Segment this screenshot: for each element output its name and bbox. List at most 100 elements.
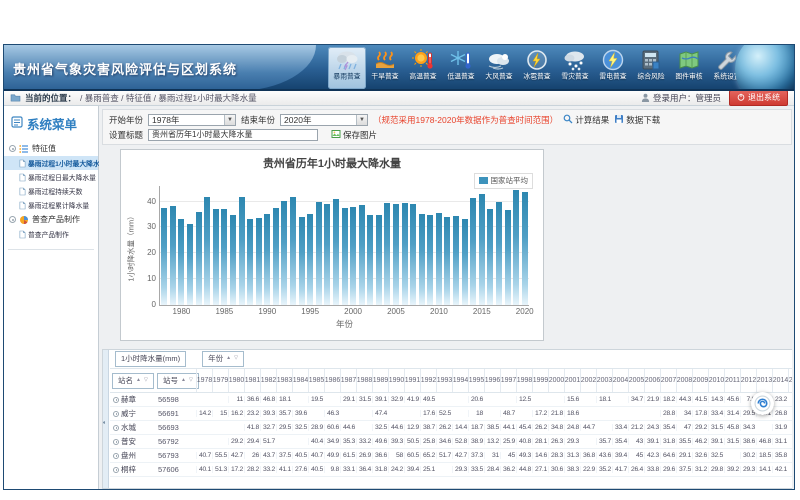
station-name-cell[interactable]: 威宁 (110, 408, 156, 419)
station-expand-icon[interactable] (113, 453, 119, 459)
calc-result-button[interactable]: 计算结果 (563, 114, 609, 126)
nav-item-risk[interactable]: 综合风险 (632, 47, 670, 89)
nav-item-hail[interactable]: 冰雹普查 (518, 47, 556, 89)
year-column-header[interactable]: 2000 (548, 369, 564, 392)
sidebar-group[interactable]: 普查产品制作 (4, 212, 98, 227)
year-column-header[interactable]: 1999 (532, 369, 548, 392)
station-expand-icon[interactable] (113, 411, 119, 417)
year-column-header[interactable]: 1986 (324, 369, 340, 392)
sidebar-group[interactable]: 特征值 (4, 141, 98, 156)
bar[interactable] (496, 202, 502, 305)
bar[interactable] (410, 204, 416, 305)
sidebar-item[interactable]: 暴雨过程累计降水量 (4, 198, 98, 212)
year-column-header[interactable]: 1979 (212, 369, 228, 392)
year-column-header[interactable]: 2002 (580, 369, 596, 392)
nav-item-rain[interactable]: 暴雨普查 (328, 47, 366, 89)
sidebar-item[interactable]: 暴雨过程1小时最大降水量 (4, 156, 98, 170)
year-column-header[interactable]: 2008 (676, 369, 692, 392)
bar[interactable] (324, 204, 330, 305)
nav-item-lightning[interactable]: 雷电普查 (594, 47, 632, 89)
bar[interactable] (178, 219, 184, 305)
station-name-sort-pill[interactable]: 站名 ▲ ▽ (112, 373, 154, 389)
year-column-header[interactable]: 1998 (516, 369, 532, 392)
bar[interactable] (256, 218, 262, 305)
bar[interactable] (213, 209, 219, 305)
bar[interactable] (196, 212, 202, 305)
bar[interactable] (402, 203, 408, 305)
year-column-header[interactable]: 1985 (308, 369, 324, 392)
year-column-header[interactable]: 2015 (788, 369, 792, 392)
year-column-header[interactable]: 2007 (660, 369, 676, 392)
year-column-header[interactable]: 1993 (436, 369, 452, 392)
nav-item-drought[interactable]: 干旱普查 (366, 47, 404, 89)
chart-title-input[interactable]: 贵州省历年1小时最大降水量 (148, 129, 318, 141)
nav-item-heat[interactable]: 高温普查 (404, 47, 442, 89)
bar[interactable] (436, 213, 442, 305)
bar[interactable] (350, 207, 356, 305)
year-column-header[interactable]: 2012 (740, 369, 756, 392)
bar[interactable] (522, 192, 528, 305)
year-column-header[interactable]: 1984 (292, 369, 308, 392)
sort-desc-icon[interactable]: ▽ (189, 378, 193, 383)
year-column-header[interactable]: 1995 (468, 369, 484, 392)
station-expand-icon[interactable] (113, 439, 119, 445)
year-column-header[interactable]: 1988 (356, 369, 372, 392)
end-year-select[interactable]: 2020年 ▼ (280, 114, 368, 126)
year-column-header[interactable]: 1978 (196, 369, 212, 392)
nav-item-map[interactable]: 图件审核 (670, 47, 708, 89)
nav-item-snow[interactable]: 雪灾普查 (556, 47, 594, 89)
year-column-header[interactable]: 1990 (388, 369, 404, 392)
bar[interactable] (393, 204, 399, 305)
bar[interactable] (273, 208, 279, 305)
bar[interactable] (281, 201, 287, 306)
save-image-button[interactable]: 保存图片 (331, 129, 377, 141)
bar[interactable] (470, 198, 476, 305)
sidebar-collapse-handle[interactable] (103, 350, 109, 488)
sort-desc-icon[interactable]: ▽ (234, 356, 238, 361)
year-column-header[interactable]: 2014 (772, 369, 788, 392)
bar[interactable] (333, 199, 339, 305)
year-column-header[interactable]: 1987 (340, 369, 356, 392)
year-column-header[interactable]: 1991 (404, 369, 420, 392)
bar[interactable] (513, 190, 519, 305)
station-id-sort-pill[interactable]: 站号 ▲ ▽ (157, 373, 199, 389)
year-column-header[interactable]: 1992 (420, 369, 436, 392)
bar[interactable] (505, 210, 511, 305)
bar[interactable] (204, 197, 210, 305)
year-column-header[interactable]: 1997 (500, 369, 516, 392)
bar[interactable] (427, 215, 433, 305)
station-expand-icon[interactable] (113, 425, 119, 431)
bar[interactable] (342, 208, 348, 305)
station-name-cell[interactable]: 水城 (110, 422, 156, 433)
year-column-header[interactable]: 1983 (276, 369, 292, 392)
bar[interactable] (444, 217, 450, 305)
year-column-header[interactable]: 2005 (628, 369, 644, 392)
year-column-header[interactable]: 1980 (228, 369, 244, 392)
expander-icon[interactable] (9, 145, 16, 152)
nav-item-cold[interactable]: 低温普查 (442, 47, 480, 89)
bar[interactable] (419, 214, 425, 305)
bar[interactable] (239, 197, 245, 305)
bar[interactable] (170, 206, 176, 305)
bar[interactable] (187, 224, 193, 305)
station-name-cell[interactable]: 盘州 (110, 450, 156, 461)
data-download-button[interactable]: 数据下载 (614, 114, 660, 126)
bar[interactable] (230, 215, 236, 305)
nav-item-wind[interactable]: 大风普查 (480, 47, 518, 89)
bar[interactable] (221, 209, 227, 305)
breadcrumb-path[interactable]: / 暴雨普查 / 特征值 / 暴雨过程1小时最大降水量 (80, 92, 257, 104)
floating-widget[interactable] (751, 392, 774, 415)
bar[interactable] (384, 203, 390, 305)
start-year-select[interactable]: 1978年 ▼ (148, 114, 236, 126)
sort-desc-icon[interactable]: ▽ (144, 378, 148, 383)
year-column-header[interactable]: 2006 (644, 369, 660, 392)
sort-asc-icon[interactable]: ▲ (136, 378, 141, 383)
bar[interactable] (367, 215, 373, 305)
bar[interactable] (316, 202, 322, 305)
bar[interactable] (359, 205, 365, 305)
year-column-header[interactable]: 2003 (596, 369, 612, 392)
bar[interactable] (462, 219, 468, 305)
sidebar-item[interactable]: 暴雨过程日最大降水量 (4, 170, 98, 184)
bar[interactable] (290, 197, 296, 305)
bar[interactable] (247, 219, 253, 305)
